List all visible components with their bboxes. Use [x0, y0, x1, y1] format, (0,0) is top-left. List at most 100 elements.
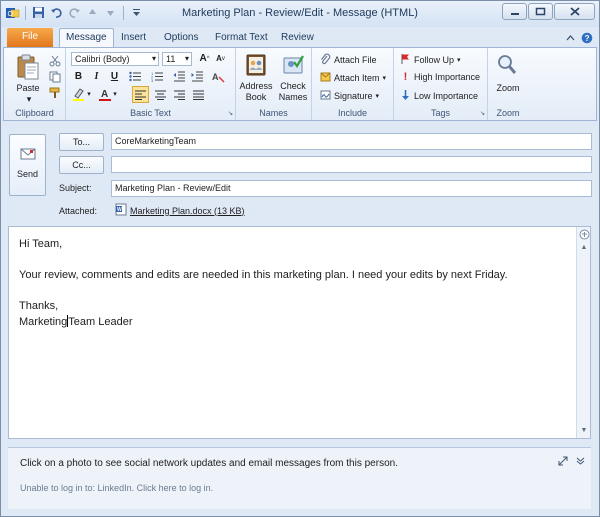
- body-vertical-scrollbar[interactable]: ▲ ▼: [576, 227, 590, 438]
- zoom-label: Zoom: [496, 108, 520, 118]
- align-center-icon[interactable]: [153, 87, 168, 102]
- shrink-font-icon[interactable]: Av: [213, 51, 228, 66]
- high-importance-button[interactable]: ! High Importance: [400, 71, 480, 83]
- attachment-item[interactable]: W Marketing Plan.docx (13 KB): [115, 203, 245, 218]
- justify-icon[interactable]: [191, 87, 206, 102]
- numbering-icon[interactable]: 123: [150, 69, 165, 84]
- svg-text:3: 3: [151, 78, 154, 82]
- decrease-indent-icon[interactable]: [172, 69, 187, 84]
- ribbon-tab-row: File Message Insert Options Format Text …: [1, 27, 599, 48]
- font-name-select[interactable]: Calibri (Body) ▾: [71, 52, 159, 66]
- signature-label: Signature: [334, 91, 373, 101]
- ribbon-right-controls: ?: [566, 32, 593, 46]
- subject-field[interactable]: Marketing Plan - Review/Edit: [111, 180, 592, 197]
- minimize-ribbon-icon[interactable]: [566, 34, 575, 44]
- close-button[interactable]: [554, 3, 595, 20]
- high-importance-icon: !: [403, 71, 408, 83]
- minimize-button[interactable]: [502, 3, 527, 20]
- linkedin-login-link[interactable]: Unable to log in to: LinkedIn. Click her…: [20, 483, 213, 493]
- zoom-button[interactable]: Zoom: [488, 83, 528, 94]
- check-names-icon[interactable]: [280, 52, 306, 78]
- message-body[interactable]: Hi Team, Your review, comments and edits…: [8, 226, 591, 439]
- include-label: Include: [337, 108, 368, 118]
- clear-formatting-icon[interactable]: A: [211, 69, 226, 84]
- tab-file[interactable]: File: [7, 28, 53, 47]
- word-document-icon: W: [115, 203, 127, 218]
- title-bar: O Marketing Plan - Review/Edit - Message…: [1, 1, 599, 27]
- highlight-dropdown-icon[interactable]: ▾: [85, 86, 93, 101]
- send-button[interactable]: Send: [9, 134, 46, 196]
- restore-button[interactable]: [528, 3, 553, 20]
- people-pane: Click on a photo to see social network u…: [8, 447, 591, 509]
- expand-pane-icon[interactable]: [558, 456, 568, 468]
- subject-label: Subject:: [59, 183, 92, 193]
- signature-part-1: Marketing: [19, 315, 68, 328]
- bold-icon[interactable]: B: [71, 69, 86, 84]
- italic-icon[interactable]: I: [89, 69, 104, 84]
- tab-format-text[interactable]: Format Text: [209, 30, 274, 47]
- collapse-pane-icon[interactable]: [576, 456, 585, 468]
- paste-icon[interactable]: [14, 52, 42, 82]
- low-importance-button[interactable]: Low Importance: [400, 89, 478, 103]
- send-label: Send: [16, 169, 39, 179]
- cut-icon[interactable]: [48, 54, 62, 67]
- address-book-button[interactable]: Address Book: [237, 81, 275, 103]
- clipboard-group: Paste ▾ Clipboard: [4, 48, 66, 120]
- svg-text:A: A: [101, 89, 108, 100]
- align-right-icon[interactable]: [172, 87, 187, 102]
- paste-dropdown-icon[interactable]: ▾: [24, 94, 34, 105]
- to-button[interactable]: To...: [59, 133, 104, 151]
- check-names-button[interactable]: Check Names: [274, 81, 312, 103]
- paste-button[interactable]: Paste: [10, 83, 46, 94]
- scroll-up-icon[interactable]: ▲: [578, 241, 590, 253]
- svg-text:A: A: [212, 72, 219, 82]
- ribbon: Paste ▾ Clipboard Calibri (Body) ▾ 11 ▾: [3, 47, 597, 121]
- cc-button[interactable]: Cc...: [59, 156, 104, 174]
- body-line-1: Your review, comments and edits are need…: [19, 269, 508, 281]
- follow-up-label: Follow Up: [414, 55, 455, 65]
- basic-text-label: Basic Text: [130, 108, 171, 118]
- follow-up-button[interactable]: Follow Up ▾: [400, 53, 461, 67]
- align-left-icon[interactable]: [132, 86, 149, 103]
- chevron-down-icon: ▾: [382, 75, 387, 82]
- tab-review[interactable]: Review: [275, 30, 320, 47]
- address-book-icon[interactable]: [243, 52, 269, 78]
- body-thanks: Thanks,: [19, 300, 59, 312]
- attach-item-button[interactable]: Attach Item ▾: [320, 71, 386, 85]
- highlight-icon[interactable]: [71, 86, 86, 101]
- body-blank-line: [19, 253, 569, 269]
- to-field[interactable]: CoreMarketingTeam: [111, 133, 592, 150]
- cc-field[interactable]: [111, 156, 592, 173]
- chevron-down-icon: ▾: [375, 93, 380, 100]
- help-icon[interactable]: ?: [581, 32, 593, 46]
- tab-options[interactable]: Options: [158, 30, 204, 47]
- zoom-group: Zoom Zoom: [488, 48, 528, 120]
- basic-text-launcher-icon[interactable]: ↘: [228, 110, 233, 117]
- magnifier-icon[interactable]: [494, 52, 520, 78]
- scroll-down-icon[interactable]: ▼: [578, 424, 590, 436]
- bullets-icon[interactable]: [128, 69, 143, 84]
- names-label: Names: [259, 108, 288, 118]
- send-envelope-icon: [19, 145, 37, 165]
- format-painter-icon[interactable]: [48, 86, 62, 99]
- copy-icon[interactable]: [48, 70, 62, 83]
- signature-part-2: Team Leader: [68, 315, 133, 328]
- names-group: Address Book Check Names Names: [236, 48, 312, 120]
- font-color-dropdown-icon[interactable]: ▾: [111, 86, 119, 101]
- grow-font-icon[interactable]: A ^: [197, 51, 212, 66]
- tab-message[interactable]: Message: [59, 28, 114, 48]
- people-pane-controls: [558, 456, 585, 468]
- signature-button[interactable]: Signature ▾: [320, 89, 379, 103]
- contextual-help-icon[interactable]: [578, 228, 590, 240]
- tab-insert[interactable]: Insert: [115, 30, 152, 47]
- outlook-message-window: O Marketing Plan - Review/Edit - Message…: [0, 0, 600, 517]
- message-body-text[interactable]: Hi Team, Your review, comments and edits…: [19, 237, 569, 330]
- font-color-icon[interactable]: A: [97, 86, 112, 101]
- tags-launcher-icon[interactable]: ↘: [480, 110, 485, 117]
- attached-label: Attached:: [59, 206, 98, 216]
- underline-icon[interactable]: U: [107, 69, 122, 84]
- attach-file-button[interactable]: Attach File: [320, 53, 377, 67]
- font-size-select[interactable]: 11 ▾: [162, 52, 192, 66]
- svg-text:?: ?: [585, 34, 590, 43]
- increase-indent-icon[interactable]: [190, 69, 205, 84]
